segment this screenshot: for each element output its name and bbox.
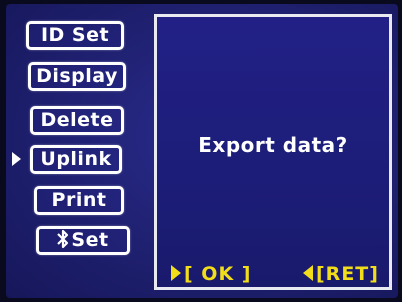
menu-item-display[interactable]: Display [28, 62, 126, 91]
menu-item-id-set[interactable]: ID Set [26, 21, 124, 50]
menu-item-delete[interactable]: Delete [30, 106, 124, 135]
device-screen: ID Set Display Delete Uplink Print Set E… [6, 4, 398, 298]
menu-item-label: Delete [40, 109, 114, 131]
menu-item-label: Print [51, 189, 107, 211]
ok-label: [ OK ] [184, 263, 252, 285]
menu-item-label: ID Set [40, 24, 110, 46]
menu-item-uplink[interactable]: Uplink [30, 145, 122, 174]
return-softkey[interactable]: [RET] [303, 263, 379, 285]
menu-item-bluetooth-set[interactable]: Set [36, 226, 130, 255]
menu-item-label: Set [71, 229, 109, 251]
selection-arrow-icon [12, 152, 21, 166]
dialog-message: Export data? [198, 133, 348, 157]
ret-label: [RET] [316, 263, 379, 285]
ok-softkey[interactable]: [ OK ] [171, 263, 251, 285]
bluetooth-icon [57, 229, 69, 249]
menu-item-print[interactable]: Print [34, 186, 124, 215]
menu-item-label: Display [36, 65, 118, 87]
dialog-panel: Export data? [ OK ] [RET] [154, 14, 392, 290]
menu-item-label: Uplink [40, 148, 112, 170]
back-arrow-icon [303, 265, 313, 281]
play-arrow-icon [171, 265, 181, 281]
